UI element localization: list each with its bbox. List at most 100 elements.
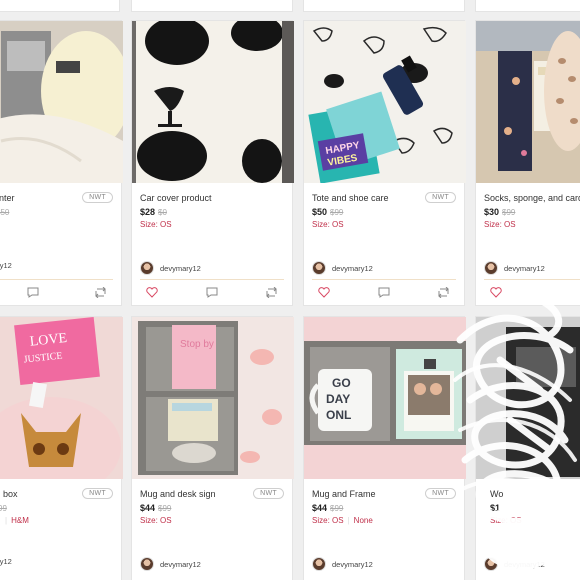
listing-price: $44 $99 — [312, 503, 343, 513]
listing-brand: None — [353, 516, 373, 525]
heart-icon[interactable] — [146, 287, 158, 298]
sale-price: $28 — [140, 207, 156, 217]
size-label: Size: — [312, 516, 330, 525]
original-price: 99 — [0, 504, 7, 513]
size-label: Size: — [140, 220, 158, 229]
seller-name[interactable]: devymary12 — [332, 264, 373, 273]
listing-image[interactable] — [0, 21, 123, 183]
listing-size: Size: OS — [140, 516, 172, 525]
seller-info[interactable]: devymary12 — [140, 261, 201, 275]
listing-grid: nter NWT $50 devymary12 — [0, 0, 580, 580]
seller-info[interactable]: devymary12 — [0, 261, 12, 270]
card-divider — [0, 279, 113, 280]
prev-row-card-bottom — [131, 0, 293, 12]
comment-icon[interactable] — [378, 287, 390, 298]
image-text-mug-2: DAY — [326, 392, 350, 406]
sale-price: $44 — [140, 503, 156, 513]
redaction-scribble — [453, 296, 577, 570]
nwt-badge: NWT — [253, 488, 284, 499]
listing-size: Size: OS — [140, 220, 172, 229]
listing-title[interactable]: Mug and desk sign — [140, 489, 216, 499]
card-actions — [27, 287, 107, 298]
original-price: $99 — [158, 504, 172, 513]
seller-name[interactable]: devymary12 — [160, 264, 201, 273]
listing-size: Size: OS — [312, 220, 344, 229]
avatar[interactable] — [312, 557, 326, 571]
listing-size: | H&M — [5, 516, 29, 525]
size-value: OS — [160, 516, 172, 525]
listing-title[interactable]: Tote and shoe care — [312, 193, 389, 203]
listing-image[interactable]: Stop by — [132, 317, 294, 479]
listing-price: $30 $99 — [484, 207, 515, 217]
seller-name[interactable]: devymary12 — [0, 557, 12, 566]
size-label: Size: — [484, 220, 502, 229]
listing-image[interactable]: HAPPY VIBES — [304, 21, 466, 183]
original-price: $99 — [330, 208, 344, 217]
seller-name[interactable]: devymary12 — [504, 264, 545, 273]
listing-card[interactable]: LOVE JUSTICE box NWT 99 |H&M devymary12 — [0, 316, 123, 580]
seller-name[interactable]: devymary12 — [332, 560, 373, 569]
seller-info[interactable]: devymary12 — [484, 261, 545, 275]
size-value: OS — [504, 220, 516, 229]
seller-info[interactable]: devymary12 — [312, 261, 373, 275]
listing-size: Size: OS | None — [312, 516, 373, 525]
heart-icon[interactable] — [318, 287, 330, 298]
sale-price: $50 — [312, 207, 328, 217]
listing-price: $28 $0 — [140, 207, 167, 217]
listing-card[interactable]: HAPPY VIBES Tote and shoe care NWT $50 $9… — [303, 20, 466, 306]
seller-info[interactable]: devymary12 — [312, 557, 373, 571]
listing-size: Size: OS — [484, 220, 516, 229]
image-text-stop-by: Stop by — [180, 339, 214, 350]
nwt-badge: NWT — [82, 192, 113, 203]
comment-icon[interactable] — [27, 287, 39, 298]
card-actions — [318, 287, 450, 298]
avatar[interactable] — [484, 261, 498, 275]
original-price: $99 — [502, 208, 516, 217]
listing-image[interactable]: LOVE JUSTICE — [0, 317, 123, 479]
avatar[interactable] — [312, 261, 326, 275]
listing-brand: H&M — [11, 516, 29, 525]
sale-price: $30 — [484, 207, 500, 217]
listing-image[interactable] — [132, 21, 294, 183]
listing-image[interactable] — [476, 21, 580, 183]
sale-price: $44 — [312, 503, 328, 513]
listing-price: $44 $99 — [140, 503, 171, 513]
original-price: $50 — [0, 208, 10, 217]
listing-title[interactable]: nter — [0, 193, 15, 203]
share-icon[interactable] — [94, 287, 107, 298]
size-value: OS — [160, 220, 172, 229]
nwt-badge: NWT — [82, 488, 113, 499]
seller-name[interactable]: devymary12 — [160, 560, 201, 569]
prev-row-card-bottom — [475, 0, 580, 12]
listing-title[interactable]: Car cover product — [140, 193, 212, 203]
listing-title[interactable]: Socks, sponge, and card — [484, 193, 580, 203]
avatar[interactable] — [140, 261, 154, 275]
nwt-badge: NWT — [425, 192, 456, 203]
image-text-mug-3: ONL — [326, 408, 351, 422]
size-value: OS — [332, 220, 344, 229]
size-label: Size: — [312, 220, 330, 229]
share-icon[interactable] — [265, 287, 278, 298]
listing-price: $50 — [0, 207, 9, 217]
prev-row-card-bottom — [0, 0, 120, 12]
size-label: Size: — [140, 516, 158, 525]
avatar[interactable] — [140, 557, 154, 571]
listing-title[interactable]: Mug and Frame — [312, 489, 376, 499]
listing-card[interactable]: Car cover product $28 $0 Size: OS devymar… — [131, 20, 294, 306]
listing-card[interactable]: nter NWT $50 devymary12 — [0, 20, 123, 306]
comment-icon[interactable] — [206, 287, 218, 298]
size-value: OS — [332, 516, 344, 525]
seller-info[interactable]: devymary12 — [0, 557, 12, 566]
listing-card[interactable]: Stop by Mug and desk sign NWT $44 $99 Siz… — [131, 316, 294, 580]
seller-info[interactable]: devymary12 — [140, 557, 201, 571]
card-divider — [140, 279, 284, 280]
image-text-mug-1: GO — [332, 376, 351, 390]
listing-title[interactable]: box — [3, 489, 18, 499]
seller-name[interactable]: devymary12 — [0, 261, 12, 270]
prev-row-card-bottom — [303, 0, 465, 12]
listing-price: $50 $99 — [312, 207, 343, 217]
listing-card[interactable]: Socks, sponge, and card $30 $99 Size: OS … — [475, 20, 580, 306]
original-price: $0 — [158, 208, 167, 217]
listing-price: 99 — [0, 503, 7, 513]
card-divider — [312, 279, 456, 280]
